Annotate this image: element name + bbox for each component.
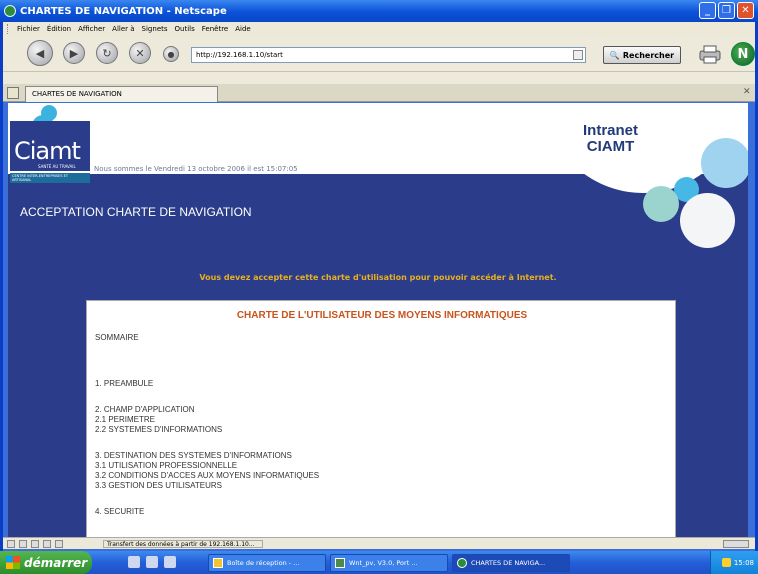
stop-button[interactable]: ✕ [129,42,151,64]
tab-chartes[interactable]: CHARTES DE NAVIGATION [25,86,218,102]
search-button[interactable]: 🔍 Rechercher [603,46,681,64]
quick-launch-desktop-icon[interactable] [146,556,158,568]
doc-line-securite: 4. SECURITE [95,507,145,516]
doc-line-perimetre: 2.1 PERIMETRE [95,415,156,424]
title-bar[interactable]: CHARTES DE NAVIGATION - Netscape _ ❐ ✕ [0,0,758,22]
url-input[interactable]: http://192.168.1.10/start [191,47,586,63]
intranet-title: Intranet CIAMT [583,123,638,155]
doc-line-champ: 2. CHAMP D'APPLICATION [95,405,195,414]
stop-icon: ✕ [135,46,145,60]
task-wnt-label: Wnt_pv, V3.0, Port ... [349,559,418,567]
logo-word: Ciamt [14,137,81,165]
bubble-teal [643,186,679,222]
home-icon: ● [167,49,175,59]
tab-title: CHARTES DE NAVIGATION [32,90,122,98]
windows-flag-icon [6,556,20,569]
web-page: Ciamt SANTÉ AU TRAVAIL CENTRE INTER-ENTR… [8,103,748,537]
task-wnt[interactable]: Wnt_pv, V3.0, Port ... [330,554,448,572]
start-button[interactable]: démarrer [0,551,92,574]
acceptance-notice: Vous devez accepter cette charte d'utili… [199,273,557,282]
forward-button[interactable]: ▶ [63,42,85,64]
netscape-icon [4,5,16,17]
home-button[interactable]: ● [163,46,179,62]
system-tray: 15:08 [710,551,758,574]
back-arrow-icon: ◀ [35,46,45,60]
logo-strip: CENTRE INTER-ENTREPRISES ET ARTISANAL [10,173,90,183]
search-icon: 🔍 [609,50,620,60]
menu-fenetre[interactable]: Fenêtre [202,25,228,33]
document-title: CHARTE DE L'UTILISATEUR DES MOYENS INFOR… [236,310,528,321]
wnt-icon [335,558,345,568]
netscape-task-icon [457,558,467,568]
back-button[interactable]: ◀ [27,40,53,66]
tray-icon[interactable] [721,558,731,567]
menu-outils[interactable]: Outils [175,25,195,33]
minimize-button[interactable]: _ [699,2,716,19]
bubble-large-blue [701,138,748,188]
ciamt-logo[interactable]: Ciamt SANTÉ AU TRAVAIL CENTRE INTER-ENTR… [10,105,90,185]
taskbar: démarrer Boîte de réception - ... Wnt_pv… [0,551,758,574]
new-tab-icon[interactable] [7,87,19,99]
menu-afficher[interactable]: Afficher [78,25,105,33]
menu-aide[interactable]: Aide [235,25,250,33]
status-text: Transfert des données à partir de 192.16… [103,540,263,548]
maximize-button[interactable]: ❐ [718,2,735,19]
status-composer-icon[interactable] [31,540,39,548]
menu-aller[interactable]: Aller à [112,25,134,33]
date-text: Nous sommes le Vendredi 13 octobre 2006 … [94,165,298,173]
status-mail-icon[interactable] [19,540,27,548]
doc-line-destination: 3. DESTINATION DES SYSTEMES D'INFORMATIO… [95,451,292,460]
doc-line-preambule: 1. PREAMBULE [95,379,154,388]
task-chartes[interactable]: CHARTES DE NAVIGA... [452,554,570,572]
status-address-icon[interactable] [55,540,63,548]
doc-line-utilisation: 3.1 UTILISATION PROFESSIONNELLE [95,461,238,470]
logo-box: Ciamt SANTÉ AU TRAVAIL [10,121,90,171]
navigation-toolbar: ◀ ▶ ↻ ✕ ● http://192.168.1.10/start 🔍 Re… [3,36,755,72]
quick-launch-ie-icon[interactable] [128,556,140,568]
doc-line-conditions: 3.2 CONDITIONS D'ACCES AUX MOYENS INFORM… [95,471,320,480]
close-button[interactable]: ✕ [737,2,754,19]
inbox-icon [213,558,223,568]
tab-bar: CHARTES DE NAVIGATION ✕ [3,84,755,102]
reload-icon: ↻ [102,46,112,60]
tab-close-icon[interactable]: ✕ [743,87,753,99]
page-title: ACCEPTATION CHARTE DE NAVIGATION [20,205,252,219]
task-chartes-label: CHARTES DE NAVIGA... [471,559,546,567]
status-chat-icon[interactable] [43,540,51,548]
clock: 15:08 [733,558,754,567]
url-text: http://192.168.1.10/start [196,51,283,59]
intranet-line1: Intranet [583,122,639,139]
intranet-line2: CIAMT [586,138,635,155]
status-icons [7,540,63,548]
logo-subtitle: SANTÉ AU TRAVAIL [38,164,76,169]
task-inbox[interactable]: Boîte de réception - ... [208,554,326,572]
menu-grip [7,24,10,34]
reload-button[interactable]: ↻ [96,42,118,64]
quick-launch-media-icon[interactable] [164,556,176,568]
forward-arrow-icon: ▶ [69,46,79,60]
url-dropdown-icon[interactable] [573,50,583,60]
doc-line-sommaire: SOMMAIRE [95,333,139,342]
quick-launch [128,556,176,568]
menu-signets[interactable]: Signets [142,25,168,33]
connection-icon [723,540,749,548]
status-bar: Transfert des données à partir de 192.16… [3,537,755,549]
bubble-white [680,193,735,248]
menu-fichier[interactable]: Fichier [17,25,40,33]
search-label: Rechercher [622,50,675,60]
print-icon[interactable] [697,44,723,64]
menu-edition[interactable]: Édition [47,25,71,33]
status-globe-icon[interactable] [7,540,15,548]
window-controls: _ ❐ ✕ [699,2,754,19]
sidebar-strip [3,72,755,84]
start-label: démarrer [24,555,88,570]
menu-bar: Fichier Édition Afficher Aller à Signets… [3,22,755,36]
netscape-logo-icon: N [731,42,755,66]
doc-line-systemes: 2.2 SYSTEMES D'INFORMATIONS [95,425,223,434]
charter-document[interactable]: CHARTE DE L'UTILISATEUR DES MOYENS INFOR… [86,300,676,537]
window-title: CHARTES DE NAVIGATION - Netscape [20,5,227,17]
page-header: Ciamt SANTÉ AU TRAVAIL CENTRE INTER-ENTR… [8,103,748,193]
task-inbox-label: Boîte de réception - ... [227,559,300,567]
doc-line-gestion: 3.3 GESTION DES UTILISATEURS [95,481,222,490]
